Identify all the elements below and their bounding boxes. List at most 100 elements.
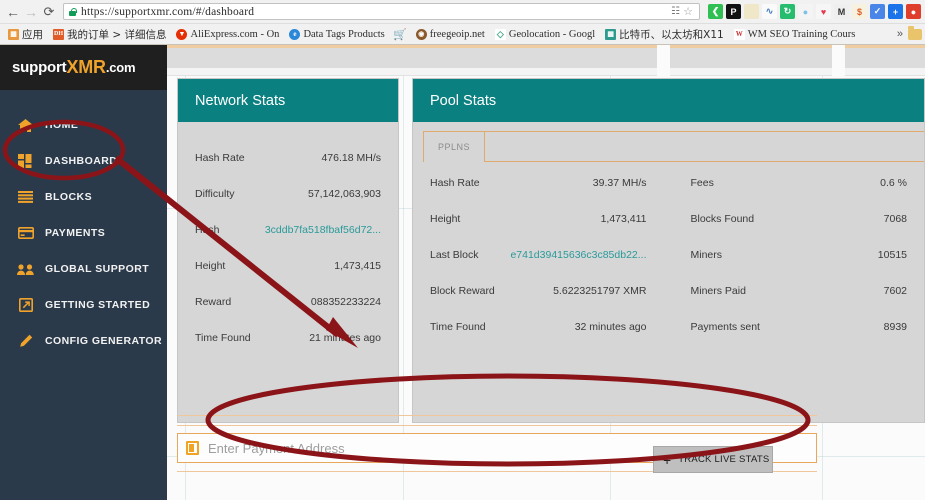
table-row: Hash Rate 476.18 MH/s	[178, 140, 398, 176]
address-bar[interactable]: https://supportxmr.com/#/dashboard ☷ ☆	[63, 3, 700, 20]
table-row: Miners Paid 7602	[674, 273, 925, 309]
row-value-link[interactable]: 3cddb7fa518fbaf56d72...	[265, 224, 381, 236]
site-logo[interactable]: support XMR .com	[0, 45, 167, 90]
sidebar: support XMR .com HOME DASHBOARD BLOCKS P…	[0, 45, 167, 500]
row-key: Hash Rate	[195, 152, 245, 164]
bookmark-cart[interactable]: 🛒	[390, 25, 411, 43]
sidebar-item-payments[interactable]: PAYMENTS	[0, 215, 167, 251]
row-key: Hash	[195, 224, 220, 236]
apps-shortcut[interactable]: ▦ 应用	[3, 25, 48, 43]
network-stats-body: Hash Rate 476.18 MH/s Difficulty 57,142,…	[178, 122, 398, 356]
sidebar-item-dashboard[interactable]: DASHBOARD	[0, 143, 167, 179]
cast-icon[interactable]: ☷	[671, 6, 680, 17]
pool-stats-right-column: Fees 0.6 % Blocks Found 7068 Miners 1051…	[664, 165, 925, 345]
wm-icon: W	[733, 28, 745, 40]
row-key: Time Found	[195, 332, 251, 344]
colors-extension[interactable]	[744, 4, 759, 19]
reload-icon[interactable]: ⟳	[40, 3, 58, 21]
balloon-extension[interactable]: ●	[798, 4, 813, 19]
browser-chrome: ← → ⟳ https://supportxmr.com/#/dashboard…	[0, 0, 925, 45]
sidebar-item-label: GLOBAL SUPPORT	[45, 263, 150, 275]
share-extension[interactable]: ❮	[708, 4, 723, 19]
track-live-stats-button[interactable]: + TRACK LIVE STATS	[653, 446, 773, 473]
row-value: 088352233224	[310, 296, 381, 308]
bookmark-label: 应用	[22, 28, 43, 41]
bookmarks-overflow-button[interactable]: »	[892, 28, 908, 40]
sidebar-item-config-generator[interactable]: CONFIG GENERATOR	[0, 323, 167, 359]
add-extension[interactable]: +	[888, 4, 903, 19]
red-extension[interactable]: ●	[906, 4, 921, 19]
dashboard-grid-icon	[17, 154, 34, 169]
row-key: Last Block	[430, 249, 479, 261]
sidebar-item-getting-started[interactable]: GETTING STARTED	[0, 287, 167, 323]
top-strip-shadow	[167, 68, 925, 76]
verified-extension[interactable]: ✓	[870, 4, 885, 19]
sidebar-item-home[interactable]: HOME	[0, 107, 167, 143]
row-key: Height	[195, 260, 226, 272]
row-key: Payments sent	[690, 321, 760, 333]
form-rule	[177, 425, 817, 426]
pool-stats-header: Pool Stats	[413, 79, 924, 122]
sidebar-item-label: HOME	[45, 119, 79, 131]
dh-icon: DH	[53, 28, 64, 40]
cart-icon: 🛒	[393, 28, 408, 41]
pool-stats-left-column: Hash Rate 39.37 MH/s Height 1,473,411 La…	[413, 165, 664, 345]
code-icon: ◇	[494, 28, 506, 40]
bookmark-data-tags[interactable]: e Data Tags Products	[284, 25, 389, 43]
bookmark-geolocation[interactable]: ◇ Geolocation - Googl	[490, 25, 600, 43]
bookmark-label: freegeoip.net	[429, 28, 485, 40]
mouse-extension[interactable]: ∿	[762, 4, 777, 19]
sync-extension[interactable]: ↻	[780, 4, 795, 19]
sidebar-item-label: BLOCKS	[45, 191, 93, 203]
top-strip-notch	[657, 45, 670, 76]
row-key: Blocks Found	[690, 213, 755, 225]
sidebar-item-label: DASHBOARD	[45, 155, 118, 167]
people-icon	[17, 262, 34, 277]
bookmark-aliexpress[interactable]: ▼ AliExpress.com - On	[171, 25, 284, 43]
plus-icon: +	[663, 451, 672, 468]
row-value: 8939	[883, 321, 907, 333]
forward-arrow-icon[interactable]: →	[22, 3, 40, 21]
row-key: Miners	[690, 249, 723, 261]
table-row: Block Reward 5.6223251797 XMR	[413, 273, 664, 309]
network-stats-header: Network Stats	[178, 79, 398, 122]
back-arrow-icon[interactable]: ←	[4, 3, 22, 21]
pool-stats-card: Pool Stats PPLNS Hash Rate 39.37 MH/s He…	[412, 78, 925, 423]
bookmark-bitcoin[interactable]: ▦ 比特币、以太坊和X11	[600, 25, 729, 43]
url-text: https://supportxmr.com/#/dashboard	[81, 5, 255, 18]
pencil-icon	[17, 334, 34, 349]
row-value: 7602	[883, 285, 907, 297]
money-extension[interactable]: $	[852, 4, 867, 19]
blocks-lines-icon	[17, 190, 34, 205]
bookmark-freegeoip[interactable]: ◉ freegeoip.net	[411, 25, 490, 43]
row-key: Fees	[690, 177, 714, 189]
pocket-extension[interactable]: P	[726, 4, 741, 19]
mail-extension[interactable]: M	[834, 4, 849, 19]
table-row: Height 1,473,411	[413, 201, 664, 237]
bookmark-label: Geolocation - Googl	[508, 28, 596, 40]
row-value: 57,142,063,903	[308, 188, 381, 200]
bookmark-folder-icon[interactable]	[908, 26, 922, 40]
qr-icon: ▦	[605, 28, 617, 40]
table-row: Last Block e741d39415636c3c85db22...	[413, 237, 664, 273]
bookmarks-bar: ▦ 应用 DH 我的订单 > 详细信息 ▼ AliExpress.com - O…	[0, 23, 925, 44]
table-row: Time Found 32 minutes ago	[413, 309, 664, 345]
pool-stats-title: Pool Stats	[430, 92, 497, 109]
row-key: Reward	[195, 296, 232, 308]
home-icon	[17, 118, 34, 133]
bookmark-my-orders[interactable]: DH 我的订单 > 详细信息	[48, 25, 171, 43]
bookmark-label: AliExpress.com - On	[190, 28, 280, 40]
row-value: 10515	[877, 249, 907, 261]
heart-extension[interactable]: ♥	[816, 4, 831, 19]
table-row: Height 1,473,415	[178, 248, 398, 284]
bookmark-star-icon[interactable]: ☆	[683, 5, 693, 18]
aliexpress-icon: ▼	[176, 28, 188, 40]
tab-pplns[interactable]: PPLNS	[423, 131, 485, 162]
sidebar-item-blocks[interactable]: BLOCKS	[0, 179, 167, 215]
sidebar-item-global-support[interactable]: GLOBAL SUPPORT	[0, 251, 167, 287]
top-strip-notch	[832, 45, 845, 76]
wallet-address-icon	[186, 441, 199, 455]
bookmark-seo[interactable]: W WM SEO Training Cours	[729, 25, 861, 43]
network-stats-card: Network Stats Hash Rate 476.18 MH/s Diff…	[177, 78, 399, 423]
row-value-link[interactable]: e741d39415636c3c85db22...	[510, 249, 646, 261]
